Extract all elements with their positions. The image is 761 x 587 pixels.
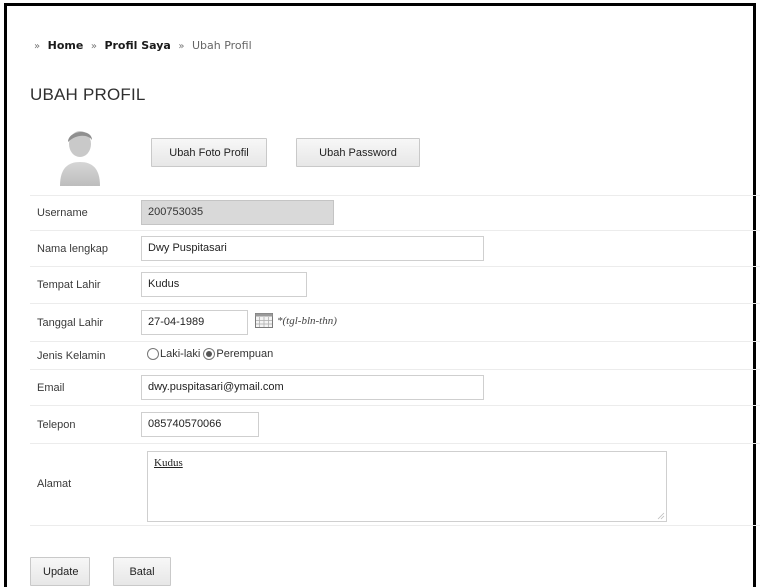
- username-field: 200753035: [141, 200, 334, 225]
- chevron-right-icon: »: [178, 41, 185, 52]
- birth-date-label: Tanggal Lahir: [37, 317, 104, 329]
- birth-place-field[interactable]: Kudus: [141, 272, 307, 297]
- form-row-username: Username 200753035: [30, 196, 760, 231]
- breadcrumb-current: Ubah Profil: [191, 39, 252, 52]
- breadcrumb: » Home » Profil Saya » Ubah Profil: [30, 39, 252, 52]
- full-name-label: Nama lengkap: [37, 243, 108, 255]
- full-name-field[interactable]: Dwy Puspitasari: [141, 236, 484, 261]
- page-title: UBAH PROFIL: [30, 85, 146, 104]
- address-label: Alamat: [37, 478, 72, 490]
- birth-place-label: Tempat Lahir: [37, 279, 101, 291]
- breadcrumb-profile-link[interactable]: Profil Saya: [104, 39, 170, 52]
- gender-male-radio[interactable]: [147, 348, 159, 360]
- resize-grip-icon[interactable]: [657, 512, 665, 520]
- user-avatar-icon: [60, 131, 100, 186]
- email-field[interactable]: dwy.puspitasari@ymail.com: [141, 375, 484, 400]
- form-row-full-name: Nama lengkap Dwy Puspitasari: [30, 231, 760, 267]
- change-photo-button[interactable]: Ubah Foto Profil: [151, 138, 267, 167]
- form-row-gender: Jenis Kelamin Laki-laki Perempuan: [30, 342, 760, 370]
- address-field[interactable]: [147, 451, 667, 522]
- form-row-birth-place: Tempat Lahir Kudus: [30, 267, 760, 304]
- update-button[interactable]: Update: [30, 557, 90, 586]
- phone-label: Telepon: [37, 419, 76, 431]
- gender-female-label[interactable]: Perempuan: [216, 348, 273, 360]
- change-password-button[interactable]: Ubah Password: [296, 138, 420, 167]
- gender-radio-group: Laki-laki Perempuan: [147, 348, 276, 360]
- address-field-wrap: [147, 451, 667, 522]
- chevron-right-icon: »: [34, 41, 41, 52]
- form-row-address: Alamat: [30, 444, 760, 526]
- phone-field[interactable]: 085740570066: [141, 412, 259, 437]
- gender-label: Jenis Kelamin: [37, 350, 106, 362]
- date-format-hint: *(tgl-bln-thn): [277, 315, 337, 327]
- cancel-button[interactable]: Batal: [113, 557, 171, 586]
- form-row-phone: Telepon 085740570066: [30, 406, 760, 444]
- gender-female-radio[interactable]: [203, 348, 216, 360]
- page-frame: » Home » Profil Saya » Ubah Profil UBAH …: [4, 3, 760, 587]
- calendar-icon[interactable]: [255, 312, 273, 328]
- profile-photo-row: Ubah Foto Profil Ubah Password: [30, 116, 760, 196]
- email-label: Email: [37, 382, 65, 394]
- username-label: Username: [37, 207, 88, 219]
- breadcrumb-home-link[interactable]: Home: [48, 39, 84, 52]
- chevron-right-icon: »: [90, 41, 97, 52]
- form-row-birth-date: Tanggal Lahir 27-04-1989 *(tgl-bln-thn): [30, 304, 760, 342]
- form-row-email: Email dwy.puspitasari@ymail.com: [30, 370, 760, 406]
- profile-form: Ubah Foto Profil Ubah Password Username …: [30, 116, 760, 526]
- birth-date-field[interactable]: 27-04-1989: [141, 310, 248, 335]
- gender-male-label[interactable]: Laki-laki: [160, 348, 200, 360]
